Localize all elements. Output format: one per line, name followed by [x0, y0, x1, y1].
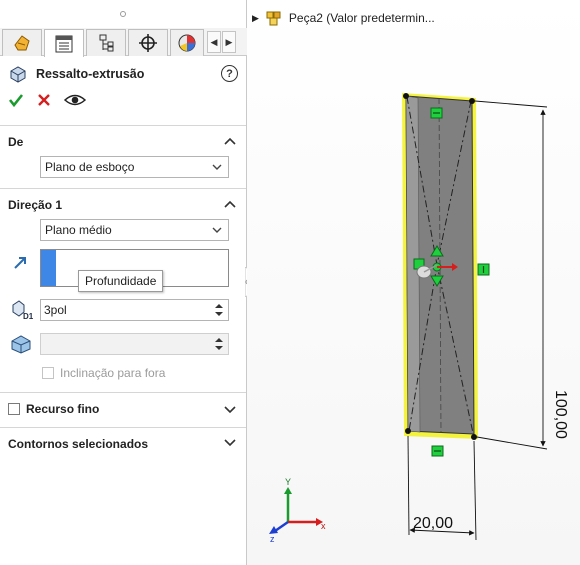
section-thin-feature: Recurso fino [0, 392, 246, 427]
feature-title-bar: Ressalto-extrusão ? [8, 64, 238, 84]
configuration-manager-icon [99, 34, 114, 52]
depth-value: 3pol [44, 303, 67, 317]
property-manager-icon [55, 35, 73, 52]
manager-tabs: ◀ ▶ [0, 28, 247, 57]
axis-y-label: Y [285, 477, 291, 487]
end-condition-select[interactable]: Plano médio [40, 219, 229, 241]
from-select-value: Plano de esboço [45, 160, 135, 174]
tab-dim-xpert-manager[interactable] [128, 29, 168, 56]
feature-title: Ressalto-extrusão [36, 67, 145, 81]
feature-manager-icon [14, 35, 30, 51]
thin-feature-label: Recurso fino [26, 402, 100, 416]
thin-feature-checkbox[interactable]: Recurso fino [8, 402, 99, 416]
sketch-vertex [403, 93, 409, 99]
depth-symbol: D1 [23, 312, 34, 321]
draft-icon[interactable] [9, 333, 33, 355]
model-canvas[interactable]: 100,00 20,00 Y x z [247, 0, 580, 565]
preview-eye-icon[interactable] [64, 92, 86, 108]
selected-contours-label[interactable]: Contornos selecionados [8, 437, 148, 451]
crosshair-icon [139, 34, 157, 52]
axis-z-label: z [270, 534, 275, 544]
spin-arrows-icon[interactable] [212, 302, 226, 318]
confirm-actions [8, 92, 86, 108]
tab-configuration-manager[interactable] [86, 29, 126, 56]
appearance-sphere-icon [178, 34, 196, 52]
section-from-label: De [8, 135, 24, 149]
sketch-vertex [405, 428, 411, 434]
depth-icon: D1 [12, 300, 34, 321]
collapse-chevron-icon[interactable] [224, 137, 236, 145]
tab-property-manager[interactable] [44, 29, 84, 57]
sketch-vertex [469, 98, 475, 104]
section-direction-1-label: Direção 1 [8, 198, 63, 212]
depth-tooltip: Profundidade [78, 270, 164, 292]
spin-arrows-icon[interactable] [212, 336, 226, 352]
sketch-vertex [471, 434, 477, 440]
extension-line [476, 436, 548, 450]
boss-extrude-icon [10, 66, 26, 83]
tab-scroll-right[interactable]: ▶ [222, 31, 236, 53]
axis-x-label: x [321, 521, 326, 531]
section-selected-contours: Contornos selecionados [0, 427, 246, 462]
extension-line [473, 440, 477, 541]
from-select[interactable]: Plano de esboço [40, 156, 229, 178]
coordinate-triad: Y x z [269, 477, 326, 544]
checkbox-box[interactable] [42, 367, 54, 379]
cancel-x-icon[interactable] [36, 92, 52, 108]
tab-scroll-left[interactable]: ◀ [207, 31, 221, 53]
panel-grip[interactable] [0, 0, 246, 28]
extension-line [474, 100, 548, 108]
direction-arrow-icon[interactable] [12, 255, 28, 271]
height-dimension: 100,00 [552, 390, 569, 439]
depth-input[interactable]: 3pol [40, 299, 229, 321]
draft-angle-input[interactable] [40, 333, 229, 355]
help-icon[interactable]: ? [221, 65, 238, 82]
section-from: De Plano de esboço [0, 125, 246, 188]
expand-chevron-icon[interactable] [224, 439, 236, 447]
expand-chevron-icon[interactable] [224, 406, 236, 414]
tab-feature-manager[interactable] [2, 29, 42, 56]
chevron-down-icon [212, 227, 222, 233]
extension-line [407, 435, 410, 536]
collapse-chevron-icon[interactable] [224, 200, 236, 208]
selection-color-bar [41, 250, 56, 286]
ok-checkmark-icon[interactable] [8, 92, 24, 108]
draft-outward-label: Inclinação para fora [60, 366, 166, 380]
chevron-down-icon [212, 164, 222, 170]
width-dimension: 20,00 [413, 515, 453, 532]
end-condition-value: Plano médio [45, 223, 112, 237]
property-manager-panel: ◀ ▶ Ressalto-extrusão ? De Plano de esbo… [0, 0, 247, 565]
draft-outward-checkbox[interactable]: Inclinação para fora [42, 366, 165, 380]
checkbox-box[interactable] [8, 403, 20, 415]
tab-display-manager[interactable] [170, 29, 204, 56]
graphics-viewport[interactable]: ▶ Peça2 (Valor predetermin... 100,00 20,… [247, 0, 580, 565]
